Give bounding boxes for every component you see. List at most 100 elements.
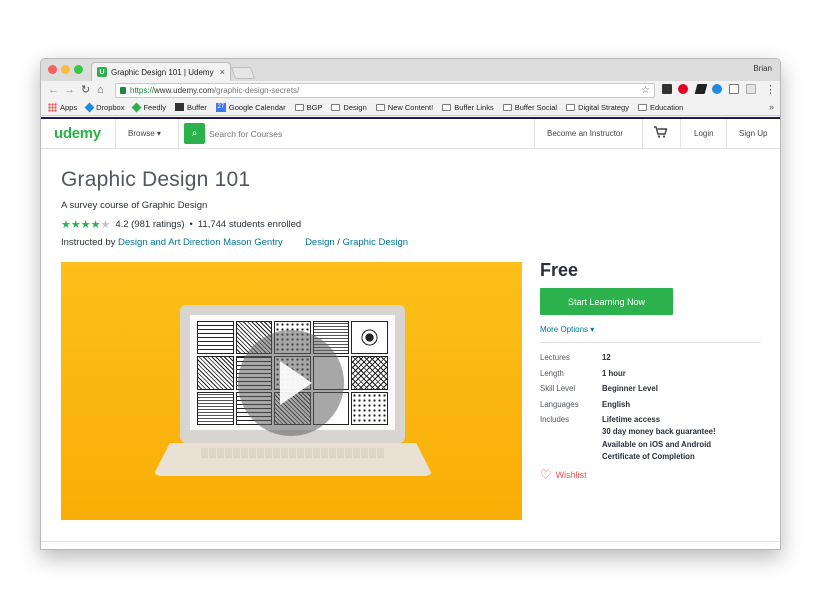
menu-icon[interactable]: ⋮: [765, 83, 776, 97]
includes-item: Available on iOS and Android: [602, 439, 712, 449]
url-host: www.udemy.com: [154, 86, 214, 95]
minimize-window-button[interactable]: [61, 65, 70, 74]
buffer-extension-icon[interactable]: [662, 84, 672, 94]
tile-icon: [197, 321, 234, 355]
bookmark-folder-buffer-social[interactable]: Buffer Social: [502, 102, 558, 112]
detail-value: Beginner Level: [602, 384, 658, 393]
divider: [115, 119, 116, 149]
bookmark-feedly[interactable]: Feedly: [132, 102, 166, 112]
more-options-link[interactable]: More Options ▾: [540, 325, 594, 334]
bookmark-folder-bgp[interactable]: BGP: [294, 102, 323, 112]
tile-icon: [351, 321, 388, 355]
login-link[interactable]: Login: [694, 129, 714, 138]
bookmark-folder-buffer-links[interactable]: Buffer Links: [442, 103, 494, 112]
tile-icon: [197, 356, 234, 390]
bookmark-label: Apps: [60, 102, 78, 112]
tile-icon: [351, 391, 388, 425]
maximize-window-button[interactable]: [74, 65, 83, 74]
bookmark-star-icon[interactable]: ☆: [641, 84, 650, 97]
pinterest-extension-icon[interactable]: [678, 84, 688, 94]
laptop-keyboard: [201, 448, 385, 458]
detail-label: Length: [540, 368, 564, 378]
become-instructor-link[interactable]: Become an Instructor: [547, 129, 623, 138]
circle-extension-icon[interactable]: [712, 84, 722, 94]
folder-icon: [637, 103, 647, 111]
folder-icon: [442, 103, 452, 111]
bookmark-folder-education[interactable]: Education: [637, 103, 683, 112]
udemy-logo[interactable]: udemy: [54, 125, 101, 142]
cast-icon[interactable]: [729, 84, 739, 94]
divider: [642, 119, 643, 149]
divider: [726, 119, 727, 149]
wishlist-button[interactable]: ♡ Wishlist: [540, 468, 587, 481]
detail-row-includes: Includes Lifetime access 30 day money ba…: [540, 412, 716, 464]
start-learning-button[interactable]: Start Learning Now: [540, 288, 673, 315]
course-preview-video[interactable]: [61, 262, 522, 520]
lock-icon: [120, 87, 126, 94]
close-window-button[interactable]: [48, 65, 57, 74]
instructor-row: Instructed by Design and Art Direction M…: [61, 237, 408, 248]
bookmark-dropbox[interactable]: Dropbox: [84, 102, 124, 112]
address-bar[interactable]: https://www.udemy.com/graphic-design-sec…: [115, 83, 655, 98]
detail-label: Lectures: [540, 353, 570, 362]
new-tab-button[interactable]: [230, 67, 256, 79]
browser-window: U Graphic Design 101 | Udemy × Brian ← →…: [40, 58, 781, 550]
profile-name[interactable]: Brian: [753, 64, 772, 73]
browse-menu[interactable]: Browse ▾: [128, 129, 161, 138]
bookmark-folder-new-content[interactable]: New Content!: [375, 103, 433, 112]
bookmark-google-calendar[interactable]: 27 Google Calendar: [215, 102, 286, 112]
divider: [680, 119, 681, 149]
buffer-icon: [174, 103, 184, 111]
rating-text: 4.2 (981 ratings): [115, 219, 185, 230]
course-details: Lectures 12 Length 1 hour Skill Level Be…: [540, 350, 716, 464]
bookmark-folder-design[interactable]: Design: [331, 102, 367, 112]
detail-row-length: Length 1 hour: [540, 366, 716, 382]
bookmarks-overflow-icon[interactable]: »: [769, 102, 774, 112]
url-path: /graphic-design-secrets/: [213, 86, 300, 95]
detail-row-skill-level: Skill Level Beginner Level: [540, 381, 716, 397]
reload-icon[interactable]: ↻: [81, 83, 90, 97]
detail-label: Skill Level: [540, 384, 576, 393]
bookmark-folder-digital-strategy[interactable]: Digital Strategy: [566, 103, 629, 112]
tab-close-icon[interactable]: ×: [220, 67, 225, 77]
bookmark-buffer[interactable]: Buffer: [174, 103, 207, 112]
instructor-link[interactable]: Design and Art Direction Mason Gentry: [118, 237, 283, 248]
calendar-icon: 27: [215, 102, 226, 112]
bookmark-label: Design: [343, 102, 367, 112]
folder-icon: [502, 103, 512, 111]
category-separator: /: [337, 237, 340, 248]
forward-icon[interactable]: →: [64, 83, 75, 97]
cart-icon-svg: [654, 126, 668, 138]
course-price: Free: [540, 260, 579, 280]
filled-stars: ★★★★: [61, 219, 101, 231]
category-link[interactable]: Design: [305, 237, 335, 248]
tab-title: Graphic Design 101 | Udemy: [111, 67, 214, 77]
bullet: •: [189, 219, 193, 230]
folder-icon: [566, 103, 576, 111]
empty-star: ★: [100, 219, 111, 231]
detail-label: Includes: [540, 415, 570, 424]
signup-link[interactable]: Sign Up: [739, 129, 767, 138]
bookmark-label: Buffer Social: [514, 102, 558, 112]
includes-item: 30 day money back guarantee!: [602, 427, 716, 436]
detail-value: English: [602, 399, 631, 409]
search-icon[interactable]: ⌕: [184, 123, 205, 144]
includes-list: Lifetime access 30 day money back guaran…: [602, 412, 716, 464]
subcategory-link[interactable]: Graphic Design: [343, 237, 408, 248]
pen-extension-icon[interactable]: [694, 84, 708, 94]
detail-label: Languages: [540, 399, 579, 409]
bookmark-apps[interactable]: Apps: [48, 102, 78, 112]
divider: [534, 119, 535, 149]
bookmark-label: Feedly: [143, 102, 166, 112]
tile-icon: [351, 356, 388, 390]
search-input[interactable]: [209, 125, 409, 143]
browser-tab[interactable]: U Graphic Design 101 | Udemy ×: [91, 62, 231, 81]
back-icon[interactable]: ←: [48, 83, 59, 97]
home-icon[interactable]: ⌂: [97, 83, 104, 97]
play-button[interactable]: [238, 330, 344, 436]
cart-icon[interactable]: [654, 126, 668, 141]
divider: [41, 541, 780, 542]
bookmark-label: BGP: [306, 102, 323, 112]
extension-icon[interactable]: [746, 84, 756, 94]
play-icon: [280, 361, 312, 405]
